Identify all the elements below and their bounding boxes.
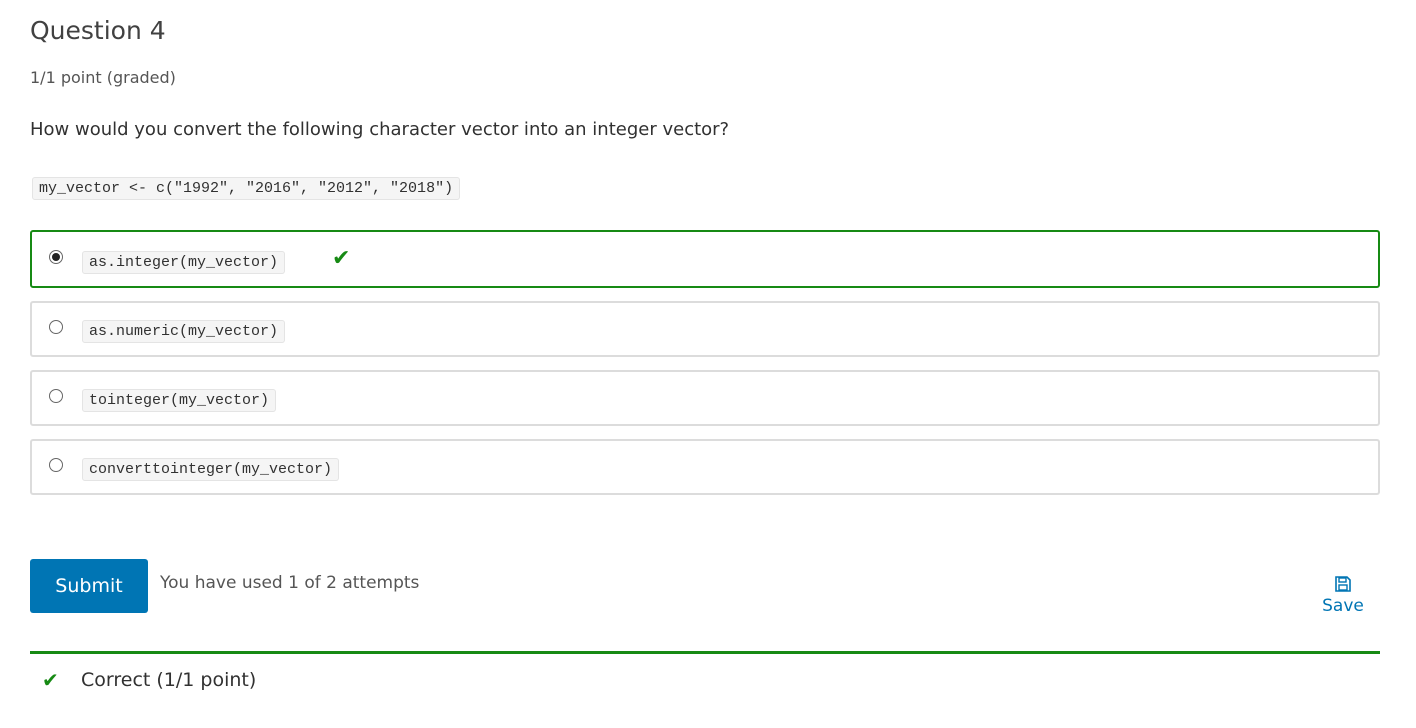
radio-button[interactable] — [49, 458, 63, 472]
feedback-banner: ✔ Correct (1/1 point) — [30, 651, 1380, 714]
answer-option-converttointeger[interactable]: converttointeger(my_vector) — [30, 439, 1380, 495]
save-label: Save — [1322, 596, 1364, 616]
radio-button[interactable] — [49, 389, 63, 403]
code-sample: my_vector <- c("1992", "2016", "2012", "… — [32, 177, 461, 200]
question-prompt: How would you convert the following char… — [30, 119, 730, 140]
answer-option-label: as.integer(my_vector) — [82, 251, 286, 274]
radio-button-selected[interactable] — [49, 250, 63, 264]
points-label: 1/1 point (graded) — [30, 68, 176, 87]
correct-check-icon: ✔ — [332, 246, 351, 271]
feedback-text: Correct (1/1 point) — [81, 669, 257, 691]
question-title: Question 4 — [30, 16, 166, 45]
radio-button[interactable] — [49, 320, 63, 334]
answer-options: as.integer(my_vector) ✔ as.numeric(my_ve… — [30, 230, 1380, 508]
answer-option-label: as.numeric(my_vector) — [82, 320, 286, 343]
answer-option-tointeger[interactable]: tointeger(my_vector) — [30, 370, 1380, 426]
checkmark-icon: ✔ — [42, 668, 59, 692]
save-button[interactable]: Save — [1318, 576, 1368, 616]
attempts-status: You have used 1 of 2 attempts — [160, 573, 420, 593]
code-sample-text: my_vector <- c("1992", "2016", "2012", "… — [32, 177, 461, 200]
submit-button[interactable]: Submit — [30, 559, 148, 613]
answer-option-as-integer[interactable]: as.integer(my_vector) ✔ — [30, 230, 1380, 288]
answer-option-as-numeric[interactable]: as.numeric(my_vector) — [30, 301, 1380, 357]
save-icon — [1335, 576, 1351, 592]
answer-option-label: tointeger(my_vector) — [82, 389, 277, 412]
answer-option-label: converttointeger(my_vector) — [82, 458, 340, 481]
